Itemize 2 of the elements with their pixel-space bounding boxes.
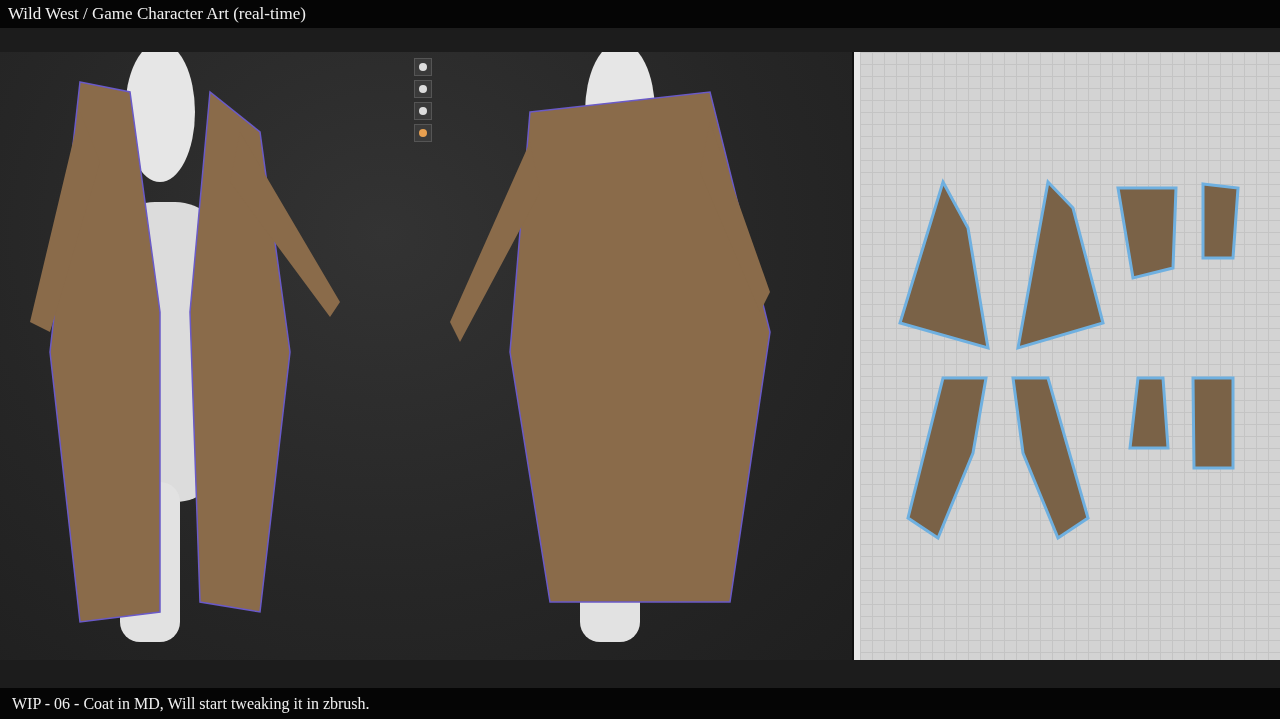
window-title: Wild West / Game Character Art (real-time): [8, 4, 306, 24]
caption-text: WIP - 06 - Coat in MD, Will start tweaking it in zbrush.: [12, 694, 370, 713]
